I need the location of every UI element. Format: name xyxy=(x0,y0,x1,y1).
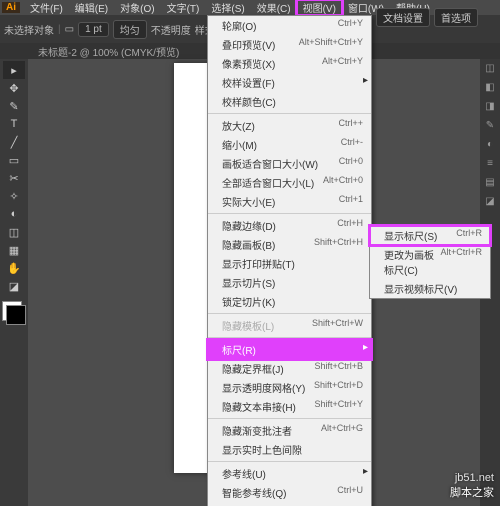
tool-3[interactable]: T xyxy=(3,115,25,133)
view-item[interactable]: 显示实时上色间隙 xyxy=(208,440,371,459)
menu-object[interactable]: 对象(O) xyxy=(114,0,160,15)
view-item[interactable]: 隐藏边缘(D)Ctrl+H xyxy=(208,216,371,235)
view-item[interactable]: 隐藏渐变批注者Alt+Ctrl+G xyxy=(208,421,371,440)
tool-2[interactable]: ✎ xyxy=(3,97,25,115)
panel-icon-0[interactable]: ◫ xyxy=(480,63,500,79)
view-item[interactable]: 实际大小(E)Ctrl+1 xyxy=(208,192,371,211)
doc-setup-button[interactable]: 文档设置 xyxy=(376,8,430,27)
view-menu-dropdown: 轮廓(O)Ctrl+Y叠印预览(V)Alt+Shift+Ctrl+Y像素预览(X… xyxy=(207,15,372,506)
tool-8[interactable]: ◐ xyxy=(3,205,25,223)
menu-select[interactable]: 选择(S) xyxy=(205,0,250,15)
view-item[interactable]: 显示打印拼贴(T) xyxy=(208,254,371,273)
watermark-text: 脚本之家 xyxy=(450,484,494,500)
view-item[interactable]: 隐藏画板(B)Shift+Ctrl+H xyxy=(208,235,371,254)
view-item[interactable]: 叠印预览(V)Alt+Shift+Ctrl+Y xyxy=(208,35,371,54)
ruler-item[interactable]: 显示视频标尺(V) xyxy=(370,279,490,298)
ruler-submenu: 显示标尺(S)Ctrl+R更改为画板标尺(C)Alt+Ctrl+R显示视频标尺(… xyxy=(369,225,491,299)
view-item[interactable]: 参考线(U)▸ xyxy=(208,464,371,483)
watermark: jb51.net 脚本之家 xyxy=(450,472,494,500)
menu-effect[interactable]: 效果(C) xyxy=(251,0,297,15)
view-item[interactable]: 显示透明度网格(Y)Shift+Ctrl+D xyxy=(208,378,371,397)
tool-9[interactable]: ◫ xyxy=(3,223,25,241)
view-item: 隐藏模板(L)Shift+Ctrl+W xyxy=(208,316,371,335)
panel-icon-3[interactable]: ✎ xyxy=(480,120,500,136)
tool-10[interactable]: ▦ xyxy=(3,241,25,259)
tool-1[interactable]: ✥ xyxy=(3,79,25,97)
stroke-weight-dropdown[interactable]: 1 pt xyxy=(78,22,109,37)
selection-status: 未选择对象 xyxy=(4,22,54,37)
app-logo: Ai xyxy=(2,2,20,13)
ruler-item[interactable]: 显示标尺(S)Ctrl+R xyxy=(370,226,490,245)
view-item[interactable]: 画板适合窗口大小(W)Ctrl+0 xyxy=(208,154,371,173)
tool-0[interactable]: ▸ xyxy=(3,61,25,79)
view-item[interactable]: 像素预览(X)Alt+Ctrl+Y xyxy=(208,54,371,73)
watermark-url: jb51.net xyxy=(450,472,494,484)
view-item[interactable]: 透视网格(P)▸ xyxy=(208,502,371,506)
panel-icon-7[interactable]: ◪ xyxy=(480,196,500,212)
menu-file[interactable]: 文件(F) xyxy=(24,0,69,15)
view-item[interactable]: 隐藏定界框(J)Shift+Ctrl+B xyxy=(208,359,371,378)
panel-icon-1[interactable]: ◧ xyxy=(480,82,500,98)
view-item[interactable]: 标尺(R)▸ xyxy=(208,340,371,359)
panel-icon-6[interactable]: ▤ xyxy=(480,177,500,193)
view-item[interactable]: 智能参考线(Q)Ctrl+U xyxy=(208,483,371,502)
tool-4[interactable]: ╱ xyxy=(3,133,25,151)
panel-icon-5[interactable]: ≡ xyxy=(480,158,500,174)
tools-panel: ▸✥✎T╱▭✂✧◐◫▦✋◪ xyxy=(0,59,28,506)
view-item[interactable]: 显示切片(S) xyxy=(208,273,371,292)
view-item[interactable]: 校样设置(F)▸ xyxy=(208,73,371,92)
prefs-button[interactable]: 首选项 xyxy=(434,8,478,27)
panel-icon-4[interactable]: ◐ xyxy=(480,139,500,155)
menu-type[interactable]: 文字(T) xyxy=(161,0,206,15)
view-item[interactable]: 隐藏文本串接(H)Shift+Ctrl+Y xyxy=(208,397,371,416)
view-item[interactable]: 轮廓(O)Ctrl+Y xyxy=(208,16,371,35)
tool-5[interactable]: ▭ xyxy=(3,151,25,169)
view-item[interactable]: 缩小(M)Ctrl+- xyxy=(208,135,371,154)
document-tab[interactable]: 未标题-2 @ 100% (CMYK/预览) xyxy=(30,43,187,60)
opacity-label: 不透明度 xyxy=(151,22,191,37)
tool-7[interactable]: ✧ xyxy=(3,187,25,205)
stroke-style-dropdown[interactable]: 均匀 xyxy=(113,20,147,39)
menu-edit[interactable]: 编辑(E) xyxy=(69,0,114,15)
menu-view[interactable]: 视图(V) xyxy=(297,0,342,15)
tool-11[interactable]: ✋ xyxy=(3,259,25,277)
ruler-item[interactable]: 更改为画板标尺(C)Alt+Ctrl+R xyxy=(370,245,490,279)
tool-6[interactable]: ✂ xyxy=(3,169,25,187)
stroke-icon[interactable]: ▭ xyxy=(65,24,74,35)
view-item[interactable]: 全部适合窗口大小(L)Alt+Ctrl+0 xyxy=(208,173,371,192)
stroke-swatch[interactable] xyxy=(6,305,26,325)
tool-12[interactable]: ◪ xyxy=(3,277,25,295)
view-item[interactable]: 校样颜色(C) xyxy=(208,92,371,111)
view-item[interactable]: 锁定切片(K) xyxy=(208,292,371,311)
view-item[interactable]: 放大(Z)Ctrl++ xyxy=(208,116,371,135)
panel-icon-2[interactable]: ◨ xyxy=(480,101,500,117)
